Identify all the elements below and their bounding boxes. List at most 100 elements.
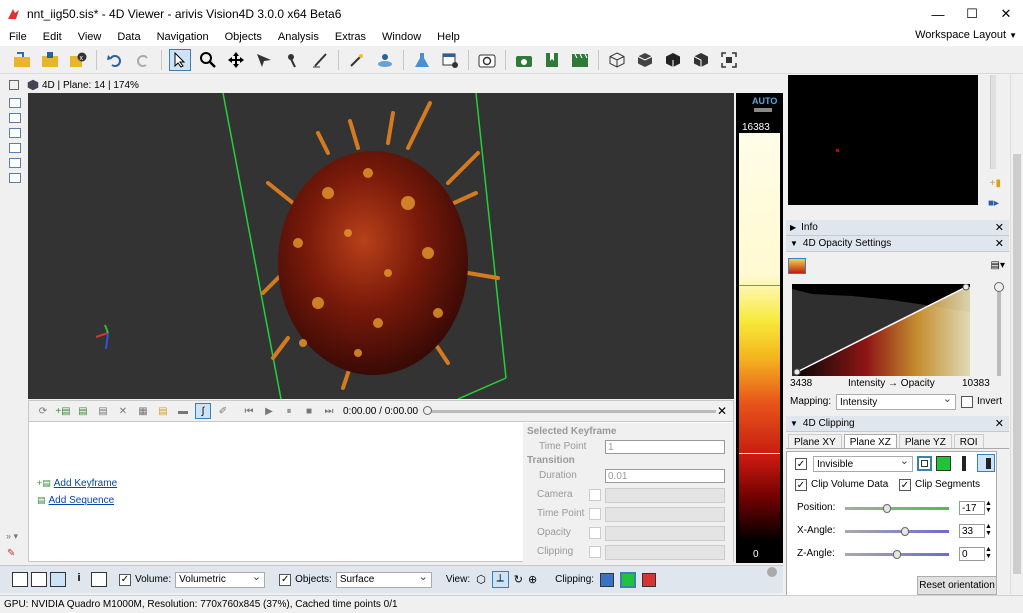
menu-objects[interactable]: Objects: [216, 31, 269, 43]
remove-keyframe-icon[interactable]: ▤: [95, 403, 111, 419]
camera-snapshot-icon[interactable]: [476, 49, 498, 71]
time-point-field[interactable]: 1: [605, 440, 725, 454]
copy-icon[interactable]: ▦: [135, 403, 151, 419]
add-keyframe-icon[interactable]: +▤: [55, 403, 71, 419]
view-checkbox[interactable]: [9, 80, 19, 90]
preview-canvas[interactable]: [788, 75, 978, 205]
clip-yz-toggle[interactable]: [642, 572, 657, 587]
plane-visible-checkbox[interactable]: ✓: [795, 458, 807, 470]
right-panel-scroll-thumb[interactable]: [1013, 154, 1021, 574]
plane-mode-select[interactable]: Invisible: [813, 454, 913, 472]
plane-side-active-icon[interactable]: [977, 454, 995, 472]
tab-roi[interactable]: ROI: [953, 434, 984, 448]
menu-data[interactable]: Data: [108, 31, 147, 43]
workspace-layout-menu[interactable]: Workspace Layout ▼: [915, 29, 1017, 41]
time-point-combo[interactable]: [605, 507, 725, 522]
zangle-knob[interactable]: [893, 550, 901, 559]
video-icon[interactable]: ■▸: [988, 198, 999, 209]
pan-icon[interactable]: [225, 49, 247, 71]
layout-grid-icon[interactable]: [9, 173, 21, 183]
colorbar-lower-marker[interactable]: [739, 453, 780, 454]
clipping-combo[interactable]: [605, 545, 725, 560]
info-close-icon[interactable]: ✕: [995, 221, 1004, 234]
options-dropdown-icon[interactable]: ▤▾: [991, 260, 1005, 271]
play-icon[interactable]: ▶: [261, 403, 277, 419]
opacity-vscroll-knob[interactable]: [994, 282, 1004, 292]
xangle-field[interactable]: 33: [959, 524, 985, 538]
cube-outline-icon[interactable]: [606, 49, 628, 71]
view-mode-crosshair-icon[interactable]: ⊕: [528, 573, 537, 586]
xangle-spinner-icon[interactable]: ▲ ▼: [985, 523, 992, 537]
clip-xz-toggle[interactable]: [620, 571, 637, 588]
expand-arrows-icon[interactable]: » ▾: [6, 531, 18, 542]
preview-scrollbar[interactable]: [990, 75, 996, 169]
movie-clapper-icon[interactable]: [569, 49, 591, 71]
stop-icon[interactable]: ■: [301, 403, 317, 419]
volume-render[interactable]: [28, 93, 734, 399]
plane-side-icon[interactable]: [962, 456, 974, 471]
camera-checkbox[interactable]: [589, 489, 601, 501]
menu-view[interactable]: View: [69, 31, 109, 43]
volume-checkbox[interactable]: ✓: [119, 573, 131, 586]
menu-analysis[interactable]: Analysis: [269, 31, 326, 43]
opacity-combo[interactable]: [605, 526, 725, 541]
close-file-icon[interactable]: x: [67, 49, 89, 71]
refresh-icon[interactable]: ⟳: [35, 403, 51, 419]
tab-plane-xz[interactable]: Plane XZ: [843, 434, 897, 448]
layout-quad-icon[interactable]: [9, 158, 21, 168]
settings-dot-icon[interactable]: [767, 567, 777, 577]
cube-side-icon[interactable]: [690, 49, 712, 71]
maximize-button[interactable]: ☐: [955, 0, 989, 28]
pause-icon[interactable]: ⏸: [281, 403, 297, 419]
delete-icon[interactable]: ✕: [115, 403, 131, 419]
opacity-vscroll[interactable]: [997, 284, 1001, 376]
open-animation-icon[interactable]: ▤: [155, 403, 171, 419]
timeline-slider[interactable]: [423, 405, 717, 415]
hd-camera-icon[interactable]: [513, 49, 535, 71]
add-sequence-link[interactable]: Add Sequence: [49, 495, 115, 506]
undo-icon[interactable]: [104, 49, 126, 71]
zoom-icon[interactable]: [197, 49, 219, 71]
menu-navigation[interactable]: Navigation: [148, 31, 216, 43]
view-grid-icon[interactable]: [31, 572, 47, 587]
volume-mode-select[interactable]: Volumetric: [175, 570, 266, 588]
fit-view-icon[interactable]: [718, 49, 740, 71]
close-animation-icon[interactable]: ✕: [717, 404, 727, 418]
magic-wand-icon[interactable]: [346, 49, 368, 71]
skip-start-icon[interactable]: ⏮: [241, 403, 257, 419]
view-mode-cube-icon[interactable]: ⬡: [476, 573, 486, 586]
globe-pin-icon[interactable]: [374, 49, 396, 71]
save-animation-icon[interactable]: ▬: [175, 403, 191, 419]
info-icon[interactable]: i: [71, 572, 87, 587]
gradient-preset-icon[interactable]: [788, 258, 806, 274]
open-icon[interactable]: [11, 49, 33, 71]
clip-segments-checkbox[interactable]: ✓: [899, 479, 911, 491]
objects-mode-select[interactable]: Surface: [335, 570, 432, 588]
bookmark-icon[interactable]: [541, 49, 563, 71]
position-slider[interactable]: [845, 504, 949, 513]
monitor-icon[interactable]: [91, 572, 107, 587]
xangle-slider[interactable]: [845, 527, 949, 536]
tab-plane-yz[interactable]: Plane YZ: [898, 434, 952, 448]
minimize-button[interactable]: —: [921, 0, 955, 28]
objects-checkbox[interactable]: ✓: [279, 573, 292, 586]
close-button[interactable]: ✕: [989, 0, 1023, 28]
clipping-checkbox[interactable]: [589, 546, 601, 558]
opacity-close-icon[interactable]: ✕: [995, 237, 1004, 250]
view-2d-icon[interactable]: [12, 572, 28, 587]
camera-combo[interactable]: [605, 488, 725, 503]
zangle-slider[interactable]: [845, 550, 949, 559]
auto-button[interactable]: AUTO: [752, 96, 777, 106]
layout-vertical-icon[interactable]: [9, 128, 21, 138]
reset-orientation-button[interactable]: Reset orientation: [917, 576, 997, 595]
clip-volume-checkbox[interactable]: ✓: [795, 479, 807, 491]
view-mode-axes-icon[interactable]: ⟂: [491, 571, 509, 588]
colorbar-gradient[interactable]: [739, 133, 780, 541]
menu-file[interactable]: File: [0, 31, 34, 43]
add-view-icon[interactable]: +▮: [990, 178, 1001, 189]
pin-icon[interactable]: [281, 49, 303, 71]
menu-edit[interactable]: Edit: [34, 31, 69, 43]
mapping-select[interactable]: Intensity: [836, 392, 956, 410]
edit-path-icon[interactable]: ✐: [215, 403, 231, 419]
save-icon[interactable]: [39, 49, 61, 71]
